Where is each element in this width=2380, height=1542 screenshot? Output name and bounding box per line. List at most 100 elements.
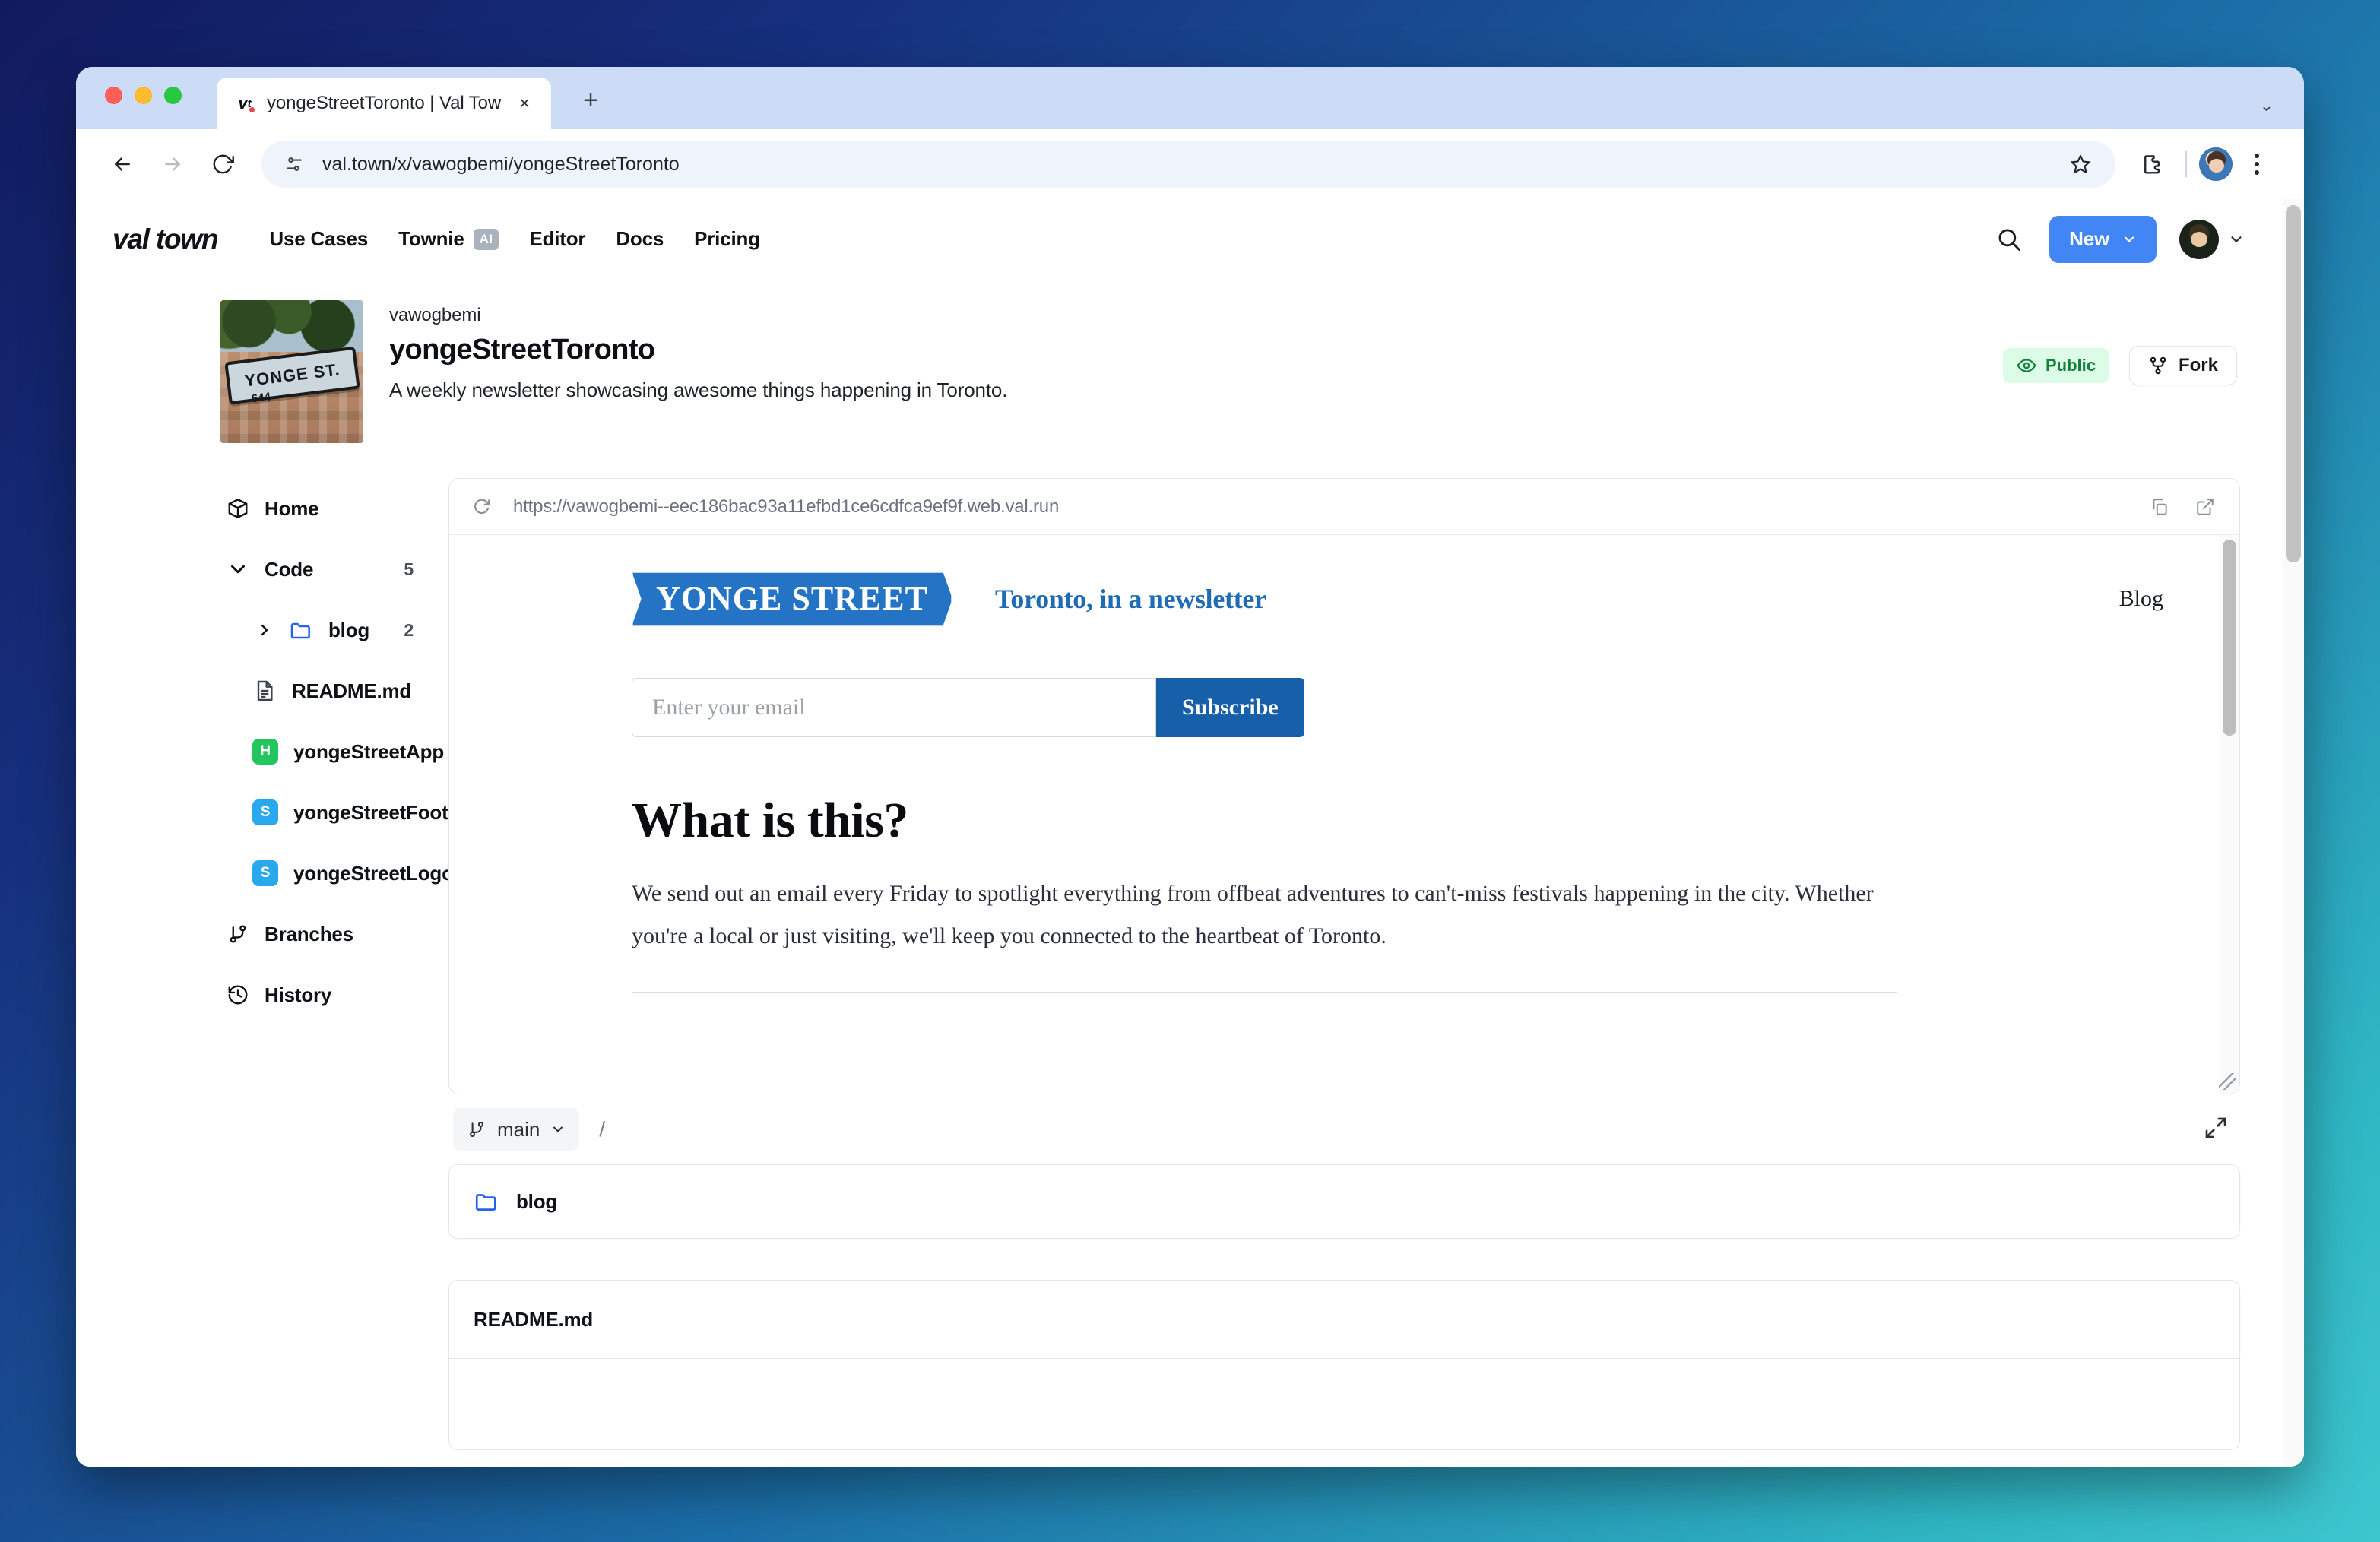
close-tab-button[interactable]: × (512, 90, 537, 116)
bookmark-star-icon[interactable] (2065, 149, 2096, 179)
status-badge-label: Public (2045, 356, 2096, 375)
history-icon (228, 985, 248, 1005)
project-description: A weekly newsletter showcasing awesome t… (389, 378, 1008, 401)
nav-link-pricing[interactable]: Pricing (694, 227, 760, 251)
file-name: blog (516, 1189, 558, 1213)
project-thumbnail: YONGE ST. 644 (220, 300, 363, 443)
nav-link-docs[interactable]: Docs (616, 227, 664, 251)
browser-tab-strip: vt yongeStreetToronto | Val Tow × + ⌄ (76, 67, 2304, 129)
browser-tab[interactable]: vt yongeStreetToronto | Val Tow × (217, 78, 551, 129)
page-title: yongeStreetToronto (389, 334, 655, 366)
nav-link-label: Docs (616, 227, 664, 250)
sidebar-item-label: README.md (292, 679, 412, 702)
window-traffic-lights (105, 87, 182, 104)
maximize-window-button[interactable] (164, 87, 182, 104)
site-navbar: val town Use Cases Townie AI Editor Docs (76, 199, 2283, 279)
newsletter-paragraph: We send out an email every Friday to spo… (632, 881, 1874, 948)
email-input[interactable] (632, 678, 1156, 737)
sidebar-item-branches[interactable]: Branches (227, 904, 448, 964)
fork-button[interactable]: Fork (2128, 346, 2237, 385)
sidebar-item-readme[interactable]: README.md (227, 660, 448, 721)
newsletter-nav-blog-link[interactable]: Blog (2119, 586, 2163, 612)
project-actions: Public Fork (2002, 346, 2237, 385)
nav-link-townie[interactable]: Townie AI (398, 227, 499, 251)
sidebar-item-yongestreetapp[interactable]: H yongeStreetApp (227, 721, 448, 782)
new-button-label: New (2069, 227, 2109, 250)
project-owner[interactable]: vawogbemi (389, 305, 1007, 326)
eye-icon (2017, 359, 2036, 372)
tab-title: yongeStreetToronto | Val Tow (267, 93, 501, 113)
newsletter-header: YONGE STREET Toronto, in a newsletter Bl… (632, 572, 2163, 626)
minimize-window-button[interactable] (135, 87, 152, 104)
chevron-down-icon (231, 565, 245, 574)
preview-iframe: YONGE STREET Toronto, in a newsletter Bl… (449, 535, 2239, 1094)
back-button[interactable] (99, 141, 146, 188)
page-content: val town Use Cases Townie AI Editor Docs (76, 199, 2304, 1467)
sidebar-item-count: 2 (404, 619, 414, 640)
branch-icon (470, 1121, 483, 1138)
sidebar-item-code[interactable]: Code 5 (227, 539, 448, 600)
project-meta: vawogbemi yongeStreetToronto A weekly ne… (389, 300, 1007, 443)
nav-link-editor[interactable]: Editor (529, 227, 585, 251)
readme-preview-body (448, 1359, 2240, 1450)
new-button[interactable]: New (2049, 215, 2157, 263)
nav-link-use-cases[interactable]: Use Cases (269, 227, 368, 251)
reload-icon[interactable] (467, 492, 496, 521)
tab-search-caret-icon[interactable]: ⌄ (2260, 96, 2274, 116)
preview-resize-handle[interactable] (2219, 1073, 2236, 1090)
sidebar-item-label: Branches (265, 922, 353, 945)
close-window-button[interactable] (105, 87, 122, 104)
page-scrollbar[interactable] (2283, 199, 2304, 1467)
chevron-down-icon (553, 1126, 563, 1132)
file-browser-row-readme[interactable]: README.md (448, 1280, 2240, 1359)
file-browser-toolbar: main / (448, 1094, 2240, 1164)
browser-menu-icon[interactable] (2236, 143, 2278, 185)
browser-profile-avatar[interactable] (2199, 147, 2233, 181)
primary-nav-links: Use Cases Townie AI Editor Docs Pricing (269, 227, 1992, 251)
avatar (2179, 219, 2219, 259)
yonge-street-logo: YONGE STREET (632, 572, 952, 626)
sidebar-item-history[interactable]: History (227, 964, 448, 1025)
sidebar-item-label: Code (265, 557, 314, 581)
preview-url-text[interactable]: https://vawogbemi--eec186bac93a11efbd1ce… (513, 496, 2128, 518)
sidebar-item-label: Home (265, 496, 319, 520)
chevron-down-icon (2231, 236, 2242, 242)
extensions-icon[interactable] (2131, 143, 2173, 185)
new-tab-button[interactable]: + (574, 84, 607, 117)
reload-button[interactable] (199, 141, 246, 188)
search-icon[interactable] (1992, 222, 2027, 257)
page-viewport: val town Use Cases Townie AI Editor Docs (76, 199, 2304, 1467)
forward-button[interactable] (149, 141, 196, 188)
sidebar-item-home[interactable]: Home (227, 478, 448, 539)
site-settings-icon[interactable] (281, 151, 307, 177)
nav-link-label: Use Cases (269, 227, 369, 250)
nav-link-label: Pricing (694, 227, 760, 250)
page-scrollbar-thumb[interactable] (2286, 205, 2301, 562)
sidebar-item-yongestreetfooter[interactable]: S yongeStreetFooter (227, 782, 467, 843)
sidebar-item-yongestreetlogo[interactable]: S yongeStreetLogo (227, 843, 454, 904)
nav-link-label: Townie (398, 227, 464, 250)
preview-scrollbar-thumb[interactable] (2223, 540, 2236, 736)
address-bar[interactable]: val.town/x/vawogbemi/yongeStreetToronto (261, 141, 2115, 188)
breadcrumb: / (599, 1117, 606, 1141)
preview-scrollbar[interactable] (2220, 535, 2239, 1094)
browser-toolbar: val.town/x/vawogbemi/yongeStreetToronto (76, 129, 2304, 199)
branch-icon (230, 925, 246, 943)
chevron-down-icon (2124, 236, 2134, 242)
sidebar-item-blog[interactable]: blog 2 (227, 600, 448, 660)
open-external-icon[interactable] (2191, 492, 2220, 521)
val-town-logo[interactable]: val town (113, 223, 219, 255)
sidebar-item-label: History (265, 983, 332, 1006)
subscribe-button[interactable]: Subscribe (1156, 678, 1304, 737)
user-menu[interactable] (2179, 219, 2245, 259)
expand-icon[interactable] (2204, 1116, 2228, 1144)
subscribe-form: Subscribe (632, 678, 2163, 737)
copy-icon[interactable] (2145, 492, 2174, 521)
branch-selector[interactable]: main (453, 1108, 580, 1151)
branch-name: main (497, 1117, 540, 1141)
script-val-icon: S (252, 860, 278, 886)
newsletter-heading: What is this? (632, 793, 908, 848)
sidebar-item-count: 5 (404, 559, 414, 579)
script-val-icon: S (252, 799, 278, 825)
file-browser-row-blog[interactable]: blog (448, 1164, 2240, 1239)
